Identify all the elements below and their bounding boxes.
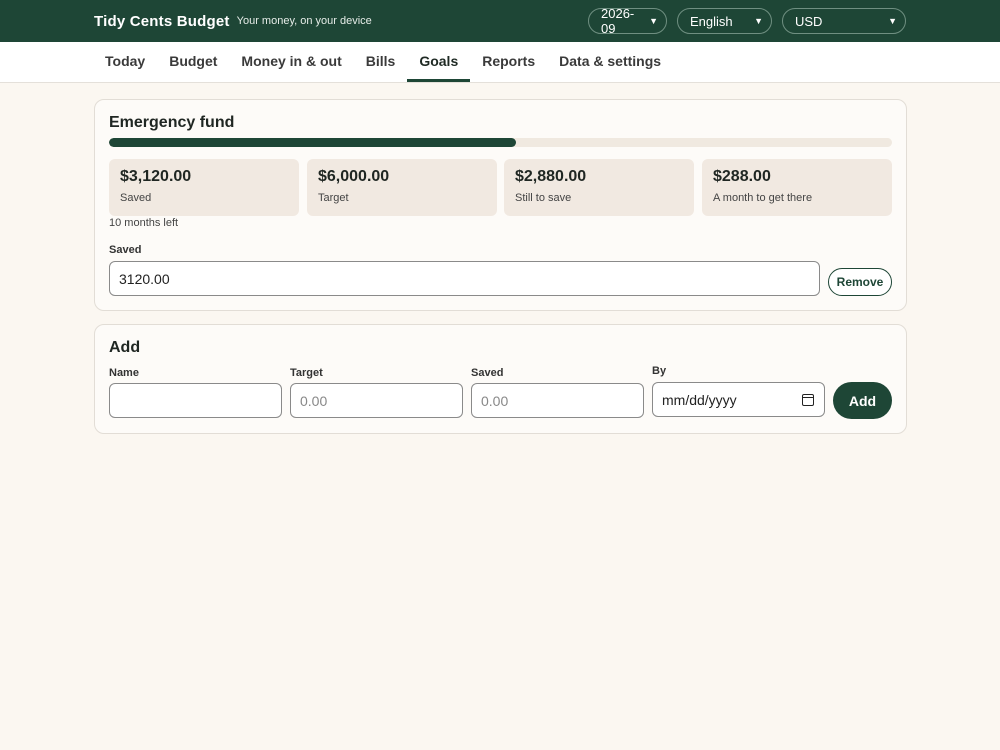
goal-name-input[interactable]: [109, 383, 282, 418]
stat-saved-label: Saved: [120, 192, 152, 204]
target-field-label: Target: [290, 367, 323, 379]
stat-target-value: $6,000.00: [318, 168, 390, 185]
currency-select-value: USD: [795, 13, 823, 29]
header-selects: 2026-09 ▼ English ▼ USD ▼: [588, 6, 906, 36]
add-goal-button[interactable]: Add: [833, 382, 892, 419]
calendar-icon[interactable]: [802, 394, 814, 406]
month-select[interactable]: 2026-09 ▼: [588, 6, 667, 36]
stat-target-label: Target: [318, 192, 349, 204]
saved-field-label: Saved: [109, 244, 142, 256]
goal-card: Emergency fund $3,120.00 Saved $6,000.00…: [94, 99, 907, 311]
tab-money-in-out[interactable]: Money in & out: [229, 42, 353, 82]
goal-progress-bar: [109, 138, 892, 147]
stat-saved: $3,120.00 Saved: [109, 159, 299, 216]
goal-target-input[interactable]: 0.00: [290, 383, 463, 418]
remove-goal-button[interactable]: Remove: [828, 268, 892, 296]
chevron-down-icon: ▼: [754, 16, 763, 26]
by-date-label: By: [652, 365, 667, 377]
saved-field-label: Saved: [471, 367, 504, 379]
time-left-text: 10 months left: [109, 217, 179, 229]
chevron-down-icon: ▼: [649, 16, 658, 26]
saved-amount-input[interactable]: 3120.00: [109, 261, 820, 296]
language-select[interactable]: English ▼: [677, 8, 772, 34]
stat-still-to-save: $2,880.00 Still to save: [504, 159, 694, 216]
add-goal-card: Add Name Target 0.00 Saved 0.00 By mm/dd…: [94, 324, 907, 434]
tab-goals[interactable]: Goals: [407, 42, 471, 82]
app-tagline: Your money, on your device: [236, 15, 372, 27]
tab-budget[interactable]: Budget: [157, 42, 229, 82]
goal-name: Emergency fund: [109, 114, 235, 131]
tab-bills[interactable]: Bills: [354, 42, 408, 82]
tab-today[interactable]: Today: [93, 42, 157, 82]
goal-date-input[interactable]: mm/dd/yyyy: [652, 382, 825, 417]
tab-reports[interactable]: Reports: [470, 42, 547, 82]
main-tabs: Today Budget Money in & out Bills Goals …: [0, 42, 1000, 83]
language-select-value: English: [690, 13, 733, 29]
tab-data-settings[interactable]: Data & settings: [547, 42, 673, 82]
date-placeholder: mm/dd/yyyy: [662, 391, 737, 408]
stat-monthly: $288.00 A month to get there: [702, 159, 892, 216]
name-field-label: Name: [109, 367, 139, 379]
month-select-value: 2026-09: [601, 6, 635, 36]
top-bar: Tidy Cents Budget Your money, on your de…: [0, 0, 1000, 42]
stat-saved-value: $3,120.00: [120, 168, 192, 185]
chevron-down-icon: ▼: [888, 16, 897, 26]
add-goal-title: Add: [109, 339, 141, 356]
app-title: Tidy Cents Budget: [94, 12, 230, 30]
stat-target: $6,000.00 Target: [307, 159, 497, 216]
currency-select[interactable]: USD ▼: [782, 8, 906, 34]
goal-progress-fill: [109, 138, 517, 147]
stat-monthly-label: A month to get there: [713, 192, 813, 204]
goal-saved-input[interactable]: 0.00: [471, 383, 644, 418]
stat-monthly-value: $288.00: [713, 168, 771, 185]
stat-still-label: Still to save: [515, 192, 572, 204]
stat-still-value: $2,880.00: [515, 168, 587, 185]
